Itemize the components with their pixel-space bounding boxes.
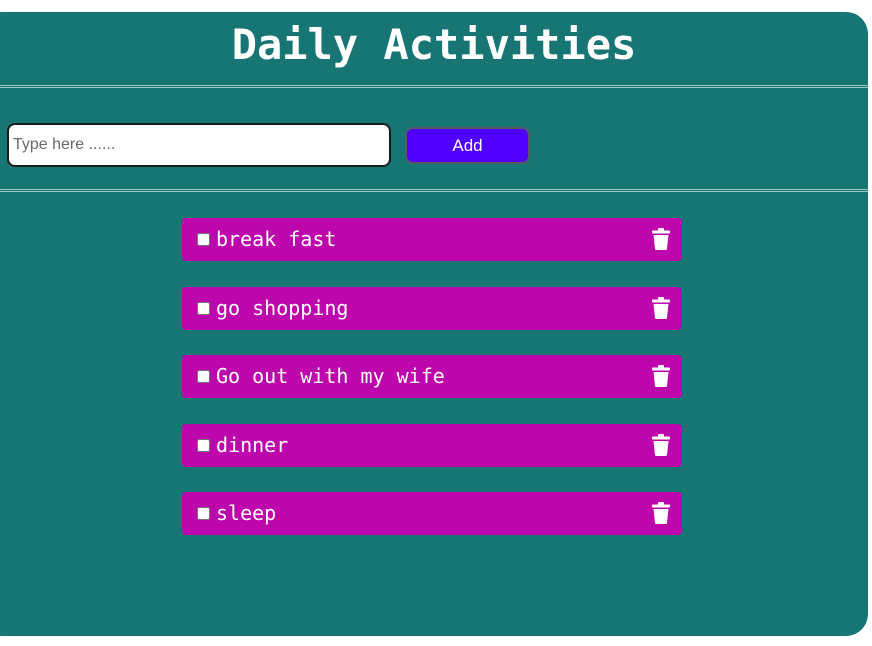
task-checkbox[interactable] [197, 438, 210, 452]
trash-icon[interactable] [652, 228, 670, 250]
task-label: sleep [216, 501, 277, 526]
task-item: dinner [182, 423, 682, 467]
trash-icon[interactable] [652, 433, 670, 456]
trash-icon[interactable] [652, 365, 670, 388]
task-label: break fast [216, 227, 337, 251]
task-label: go shopping [216, 295, 349, 320]
task-checkbox[interactable] [197, 233, 210, 246]
form-divider [0, 189, 868, 192]
task-list: break fast go shopping Go out with my wi… [182, 218, 682, 561]
add-button[interactable]: Add [405, 127, 530, 164]
task-checkbox[interactable] [197, 370, 210, 384]
task-label: Go out with my wife [216, 364, 445, 389]
task-input[interactable] [7, 123, 391, 167]
task-checkbox[interactable] [197, 507, 210, 521]
task-checkbox[interactable] [197, 301, 210, 315]
trash-icon[interactable] [652, 502, 670, 525]
header-divider [0, 85, 868, 88]
app-container: Daily Activities Add break fast go shopp… [0, 12, 868, 636]
task-item: Go out with my wife [182, 355, 682, 399]
task-item: sleep [182, 492, 682, 536]
page-title: Daily Activities [231, 20, 637, 69]
task-label: dinner [216, 432, 289, 457]
trash-icon[interactable] [652, 296, 670, 319]
task-item: break fast [182, 218, 682, 261]
task-item: go shopping [182, 286, 682, 330]
